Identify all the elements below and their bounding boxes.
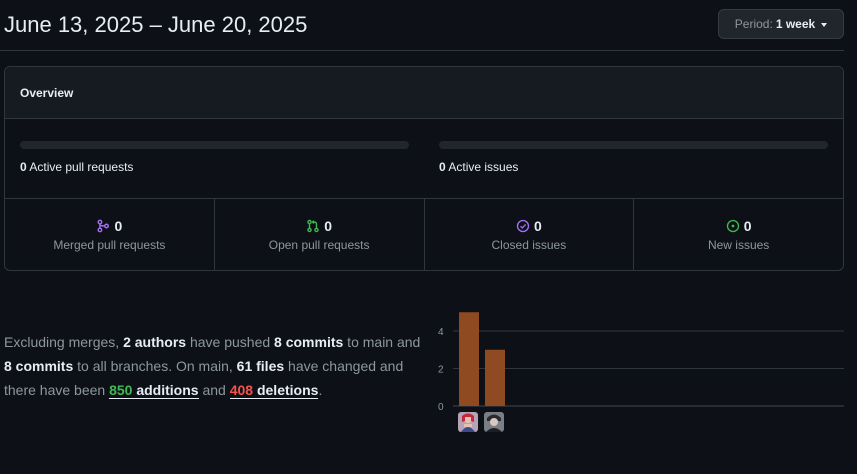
issue-opened-icon bbox=[726, 219, 739, 233]
date-range-title: June 13, 2025 – June 20, 2025 bbox=[4, 12, 308, 37]
files-changed-count: 61 files bbox=[236, 358, 285, 374]
period-value: 1 week bbox=[775, 17, 816, 31]
y-tick-label: 0 bbox=[438, 402, 444, 413]
author-avatar-2[interactable] bbox=[484, 412, 504, 432]
stat-label: Merged pull requests bbox=[53, 238, 166, 252]
open-pull-requests-stat[interactable]: 0 Open pull requests bbox=[215, 199, 425, 271]
new-issues-stat[interactable]: 0 New issues bbox=[634, 199, 843, 271]
stat-count: 0 bbox=[114, 218, 123, 234]
active-issues-bar bbox=[439, 141, 828, 149]
caret-down-icon bbox=[821, 23, 828, 27]
summary-text: Excluding merges, bbox=[4, 334, 124, 350]
stat-label: Open pull requests bbox=[268, 238, 370, 252]
commit-summary: Excluding merges, 2 authors have pushed … bbox=[4, 330, 429, 402]
active-issues-link[interactable]: 0 Active issues bbox=[439, 160, 518, 174]
author-avatar-1[interactable] bbox=[458, 412, 478, 432]
pull-request-icon bbox=[307, 219, 319, 233]
y-tick-label: 4 bbox=[438, 327, 444, 338]
overview-stats: 0 Merged pull requests 0 Open pull reque… bbox=[5, 199, 843, 271]
avatar-image bbox=[484, 412, 504, 432]
commit-bar[interactable] bbox=[485, 349, 505, 406]
stat-count: 0 bbox=[533, 218, 542, 234]
stat-count: 0 bbox=[324, 218, 333, 234]
active-pull-requests-bar bbox=[20, 141, 409, 149]
deletions-label: deletions bbox=[253, 382, 319, 398]
summary-text: to all branches. On main, bbox=[73, 358, 237, 374]
commit-bar[interactable] bbox=[459, 312, 479, 406]
commits-all-count: 8 commits bbox=[4, 358, 74, 374]
stat-count: 0 bbox=[743, 218, 752, 234]
avatar-image bbox=[458, 412, 478, 432]
authors-count: 2 authors bbox=[123, 334, 187, 350]
page-header: June 13, 2025 – June 20, 2025 Period: 1 … bbox=[0, 0, 844, 51]
merged-pull-requests-stat[interactable]: 0 Merged pull requests bbox=[5, 199, 215, 271]
summary-text: to main and bbox=[343, 334, 421, 350]
active-pull-requests-link[interactable]: 0 Active pull requests bbox=[20, 160, 133, 174]
overview-panel: Overview 0 Active pull requests 0 Active… bbox=[4, 66, 844, 271]
summary-text: . bbox=[318, 382, 323, 398]
commits-main-count: 8 commits bbox=[274, 334, 344, 350]
additions-link[interactable]: 850 additions bbox=[109, 382, 199, 399]
summary-text: and bbox=[198, 382, 230, 398]
deletions-count: 408 bbox=[229, 382, 254, 398]
period-dropdown-button[interactable]: Period: 1 week bbox=[718, 9, 844, 39]
active-issues-label: Active issues bbox=[448, 160, 519, 174]
stat-label: New issues bbox=[707, 238, 770, 252]
stat-label: Closed issues bbox=[491, 238, 567, 252]
active-issues-count: 0 bbox=[439, 160, 446, 174]
issue-closed-icon bbox=[516, 219, 530, 233]
overview-activity: 0 Active pull requests 0 Active issues bbox=[5, 119, 843, 199]
additions-count: 850 bbox=[109, 382, 133, 398]
commits-by-author-chart: 0 2 4 bbox=[430, 305, 850, 435]
additions-label: additions bbox=[132, 382, 199, 398]
period-label: Period: bbox=[734, 17, 773, 31]
summary-text: have pushed bbox=[186, 334, 275, 350]
overview-title: Overview bbox=[20, 85, 74, 100]
overview-header: Overview bbox=[5, 67, 843, 119]
active-pull-requests-count: 0 bbox=[20, 160, 27, 174]
y-tick-label: 2 bbox=[438, 365, 444, 376]
deletions-link[interactable]: 408 deletions bbox=[229, 382, 319, 399]
merge-icon bbox=[97, 219, 110, 233]
active-pull-requests-label: Active pull requests bbox=[29, 160, 134, 174]
closed-issues-stat[interactable]: 0 Closed issues bbox=[425, 199, 635, 271]
